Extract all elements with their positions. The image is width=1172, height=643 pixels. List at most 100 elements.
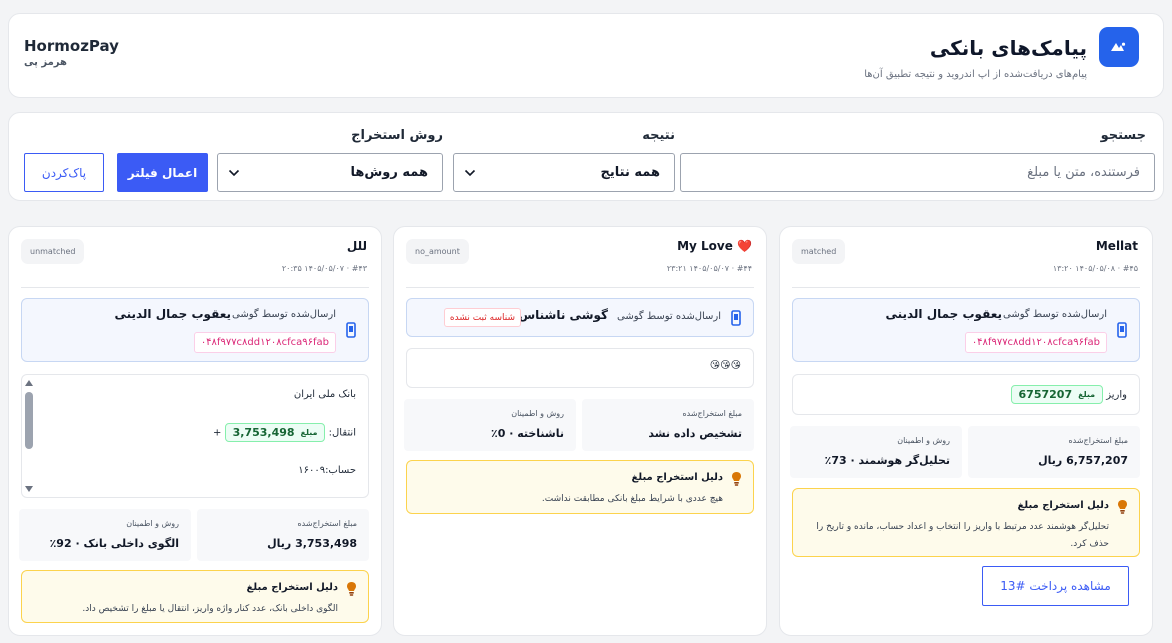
sms-meta: #۴۴ · ۱۴۰۵/۰۵/۰۷ ۲۳:۲۱: [666, 264, 752, 273]
message-scrollbar[interactable]: [23, 377, 35, 495]
search-input[interactable]: [681, 165, 1140, 180]
sms-message: واریز مبلغ 6757207: [792, 374, 1140, 415]
sms-message: بانک ملی ایران انتقال: مبلغ 3,753,498 + …: [21, 374, 369, 498]
message-text: 😘😘😘: [709, 360, 741, 371]
status-badge: unmatched: [21, 239, 85, 264]
reason-text: هیچ عددی با شرایط مبلغ بانکی مطابقت نداش…: [541, 494, 723, 504]
divider: [21, 287, 369, 288]
amount-chip-value: 6757207: [1018, 388, 1073, 401]
extracted-amount: مبلغ استخراج‌شده تشخیص داده نشد: [582, 399, 754, 451]
sms-card: My Love ❤️ #۴۴ · ۱۴۰۵/۰۵/۰۷ ۲۳:۲۱ no_amo…: [393, 226, 767, 636]
status-badge: matched: [792, 239, 846, 264]
result-label: نتیجه: [642, 128, 675, 143]
phone-icon: [731, 310, 741, 326]
result-select[interactable]: همه نتایج: [453, 153, 675, 192]
device-via: ارسال‌شده توسط گوشی: [232, 309, 336, 320]
sms-sender: My Love ❤️: [677, 239, 752, 253]
brand-logo-icon: [1099, 27, 1139, 67]
search-label: جستجو: [1100, 128, 1146, 143]
view-payment-button[interactable]: مشاهده پرداخت #13: [982, 566, 1129, 606]
message-prefix: انتقال:: [328, 427, 356, 439]
apply-filter-button[interactable]: اعمال فیلتر: [117, 153, 208, 192]
method-select[interactable]: همه روش‌ها: [217, 153, 443, 192]
extraction-method-label: روش و اطمینان: [897, 436, 950, 445]
extraction-method-label: روش و اطمینان: [511, 409, 564, 418]
reason-title: دلیل استخراج مبلغ: [246, 582, 338, 593]
message-line-account: حساب:۱۶۰۰۹: [298, 465, 356, 476]
amount-chip-label: مبلغ: [1078, 390, 1096, 399]
amount-chip-label: مبلغ: [300, 428, 318, 437]
extraction-method-value: ناشناخته · 0٪: [490, 427, 564, 440]
extracted-amount-value: تشخیص داده نشد: [648, 427, 742, 440]
extraction-method: روش و اطمینان تحلیل‌گر هوشمند · 73٪: [790, 426, 962, 478]
message-suffix: +: [213, 427, 222, 439]
device-via: ارسال‌شده توسط گوشی: [617, 311, 721, 322]
reason-text: تحلیل‌گر هوشمند عدد مرتبط با واریز را ان…: [816, 522, 1109, 549]
extraction-method-value: تحلیل‌گر هوشمند · 73٪: [824, 454, 950, 467]
device-info: ارسال‌شده توسط گوشی گوشی ناشناس شناسه ثب…: [406, 298, 754, 337]
extracted-amount-label: مبلغ استخراج‌شده: [1068, 436, 1128, 445]
scroll-down-icon[interactable]: [25, 486, 33, 492]
message-line-transfer: انتقال: مبلغ 3,753,498 +: [213, 423, 356, 442]
device-name: یعقوب جمال الدینی: [114, 307, 231, 321]
result-select-value: همه نتایج: [600, 165, 660, 180]
amount-chip: مبلغ 6757207: [1010, 385, 1104, 404]
scroll-thumb[interactable]: [25, 392, 33, 449]
clear-filter-button[interactable]: پاک‌کردن: [24, 153, 104, 192]
message-prefix: واریز: [1106, 389, 1127, 401]
lightbulb-icon: [1118, 500, 1127, 514]
phone-icon: [1117, 322, 1127, 338]
divider: [792, 287, 1140, 288]
device-info: ارسال‌شده توسط گوشی یعقوب جمال الدینی ۰۴…: [21, 298, 369, 362]
method-select-value: همه روش‌ها: [350, 165, 428, 180]
extraction-method-label: روش و اطمینان: [126, 519, 179, 528]
message-line-bank: بانک ملی ایران: [293, 389, 356, 400]
page-title: پیامک‌های بانکی: [929, 36, 1087, 60]
search-field[interactable]: [680, 153, 1155, 192]
divider: [406, 287, 754, 288]
phone-icon: [346, 322, 356, 338]
extraction-method: روش و اطمینان ناشناخته · 0٪: [404, 399, 576, 451]
device-via: ارسال‌شده توسط گوشی: [1003, 309, 1107, 320]
device-id: ۰۴۸f۹۷۷c۸dd۱۲۰۸cfca۹۶fab: [193, 332, 336, 353]
status-badge: no_amount: [406, 239, 469, 264]
sms-message: 😘😘😘: [406, 348, 754, 388]
extraction-method-value: الگوی داخلی بانک · 92٪: [49, 537, 179, 550]
message-line: واریز مبلغ 6757207: [1010, 385, 1127, 404]
extracted-amount-value: 6,757,207 ریال: [1038, 454, 1128, 467]
device-name: یعقوب جمال الدینی: [885, 307, 1002, 321]
reason-text: الگوی داخلی بانک، عدد کنار واژه واریز، ا…: [82, 604, 338, 614]
sms-meta: #۴۵ · ۱۴۰۵/۰۵/۰۸ ۱۳:۲۰: [1052, 264, 1138, 273]
amount-chip-value: 3,753,498: [232, 426, 295, 439]
sms-meta: #۴۳ · ۱۴۰۵/۰۵/۰۷ ۲۰:۳۵: [281, 264, 367, 273]
sms-sender: Mellat: [1095, 239, 1138, 253]
extraction-reason: دلیل استخراج مبلغ الگوی داخلی بانک، عدد …: [21, 570, 369, 623]
extraction-reason: دلیل استخراج مبلغ هیچ عددی با شرایط مبلغ…: [406, 460, 754, 514]
chevron-down-icon: [464, 169, 476, 176]
amount-chip: مبلغ 3,753,498: [224, 423, 326, 442]
lightbulb-icon: [347, 582, 356, 596]
extraction-reason: دلیل استخراج مبلغ تحلیل‌گر هوشمند عدد مر…: [792, 488, 1140, 557]
chevron-down-icon: [228, 169, 240, 176]
extracted-amount-label: مبلغ استخراج‌شده: [682, 409, 742, 418]
extracted-amount-label: مبلغ استخراج‌شده: [297, 519, 357, 528]
page-subtitle: پیام‌های دریافت‌شده از اپ اندروید و نتیج…: [864, 69, 1087, 80]
device-name: گوشی ناشناس: [518, 308, 608, 322]
unregistered-badge: شناسه ثبت نشده: [443, 308, 521, 327]
reason-title: دلیل استخراج مبلغ: [1017, 500, 1109, 511]
sms-card: للل #۴۳ · ۱۴۰۵/۰۵/۰۷ ۲۰:۳۵ unmatched ارس…: [8, 226, 382, 636]
extraction-method: روش و اطمینان الگوی داخلی بانک · 92٪: [19, 509, 191, 561]
page-header: پیامک‌های بانکی پیام‌های دریافت‌شده از ا…: [8, 13, 1164, 98]
sms-sender: للل: [346, 239, 367, 253]
extracted-amount: مبلغ استخراج‌شده 3,753,498 ریال: [197, 509, 369, 561]
extracted-amount-value: 3,753,498 ریال: [267, 537, 357, 550]
scroll-up-icon[interactable]: [25, 380, 33, 386]
reason-title: دلیل استخراج مبلغ: [631, 472, 723, 483]
lightbulb-icon: [732, 472, 741, 486]
extracted-amount: مبلغ استخراج‌شده 6,757,207 ریال: [968, 426, 1140, 478]
brand-subtitle: هرمز پی: [24, 57, 67, 68]
brand-name: HormozPay: [24, 37, 119, 55]
device-id: ۰۴۸f۹۷۷c۸dd۱۲۰۸cfca۹۶fab: [964, 332, 1107, 353]
sms-card: Mellat #۴۵ · ۱۴۰۵/۰۵/۰۸ ۱۳:۲۰ matched ار…: [779, 226, 1153, 636]
method-label: روش استخراج: [351, 128, 443, 143]
